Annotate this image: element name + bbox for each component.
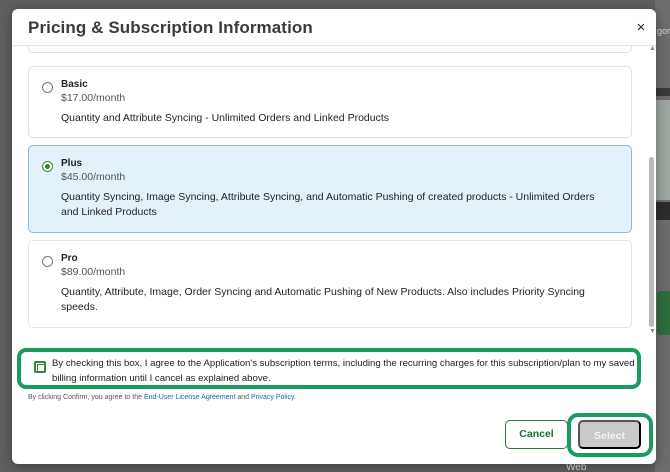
plan-description: Quantity, Attribute, Image, Order Syncin… (61, 286, 585, 313)
plan-description: Quantity and Attribute Syncing - Unlimit… (61, 112, 390, 124)
scroll-up-arrow-icon[interactable]: ▲ (649, 45, 656, 52)
scroll-down-arrow-icon[interactable]: ▼ (649, 328, 656, 335)
legal-suffix: . (294, 394, 296, 401)
eula-link[interactable]: End-User License Agreement (144, 394, 235, 401)
plan-name: Pro (61, 253, 78, 264)
legal-prefix: By clicking Confirm, you agree to the (28, 394, 144, 401)
plan-card-pro[interactable]: Pro $89.00/month Quantity, Attribute, Im… (28, 240, 632, 328)
plan-card-partial[interactable] (28, 46, 632, 53)
background-page (655, 0, 670, 472)
consent-text: By checking this box, I agree to the App… (52, 358, 635, 384)
plan-name: Basic (61, 79, 88, 90)
plan-price: $45.00/month (61, 171, 126, 183)
plan-description: Quantity Syncing, Image Syncing, Attribu… (61, 191, 595, 218)
legal-and: and (235, 394, 251, 401)
background-panel-dark (655, 202, 670, 220)
plan-price: $17.00/month (61, 92, 126, 104)
pricing-modal: Pricing & Subscription Information × Bas… (12, 9, 656, 464)
plan-radio-basic[interactable] (42, 82, 53, 93)
plan-name: Plus (61, 158, 83, 169)
plans-list[interactable]: Basic $17.00/month Quantity and Attribut… (12, 46, 656, 344)
consent-checkbox[interactable] (34, 361, 46, 373)
close-icon[interactable]: × (632, 19, 650, 37)
plan-price: $89.00/month (61, 266, 126, 278)
cancel-button[interactable]: Cancel (505, 420, 568, 449)
background-button (657, 291, 670, 335)
background-panel (655, 100, 670, 200)
consent-highlight: By checking this box, I agree to the App… (17, 348, 641, 389)
select-button[interactable]: Select (578, 420, 641, 449)
background-text: gor (657, 26, 670, 36)
scrollbar-thumb[interactable] (649, 157, 654, 327)
plan-radio-pro[interactable] (42, 256, 53, 267)
modal-title: Pricing & Subscription Information (28, 18, 313, 37)
privacy-policy-link[interactable]: Privacy Policy (251, 394, 294, 401)
background-band (655, 88, 670, 96)
plan-card-basic[interactable]: Basic $17.00/month Quantity and Attribut… (28, 66, 632, 138)
legal-note: By clicking Confirm, you agree to the En… (28, 394, 296, 401)
plan-radio-plus[interactable] (42, 161, 53, 172)
plan-card-plus[interactable]: Plus $45.00/month Quantity Syncing, Imag… (28, 145, 632, 233)
